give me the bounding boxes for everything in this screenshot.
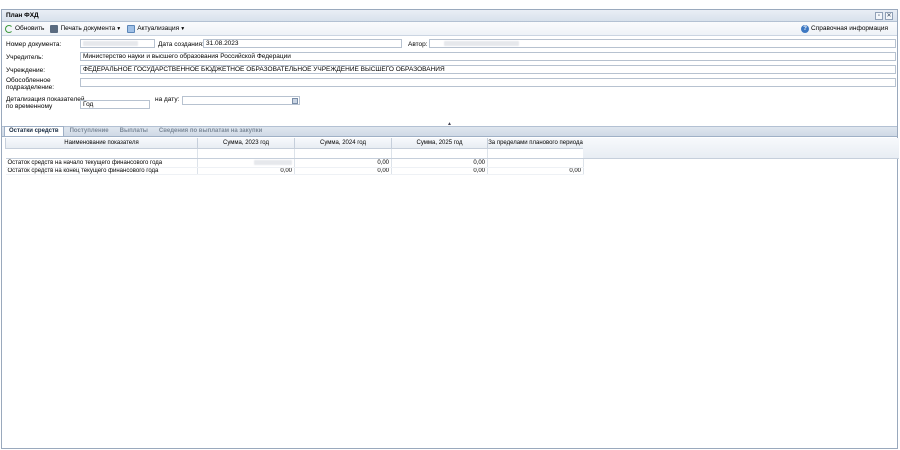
refresh-label: Обновить [15, 25, 45, 32]
founder-field[interactable]: Министерство науки и высшего образования… [80, 52, 896, 61]
institution-label: Учреждение: [6, 67, 46, 74]
doc-number-label: Номер документа: [6, 41, 62, 48]
doc-number-field[interactable] [80, 39, 155, 48]
restore-icon[interactable]: ▫ [875, 11, 883, 20]
row-name-cell: Остаток средств на начало текущего финан… [5, 158, 198, 168]
tab-payments[interactable]: Выплаты [115, 126, 153, 136]
calendar-icon[interactable] [292, 98, 298, 104]
detail-period-field[interactable]: Год [80, 100, 150, 109]
row-name-cell: Остаток средств на конец текущего финанс… [5, 167, 198, 175]
tab-strip: Остатки средств Поступление Выплаты Свед… [2, 126, 897, 137]
row-2025-cell: 0,00 [391, 158, 488, 168]
created-date-label: Дата создания: [158, 41, 204, 48]
row-beyond-cell: 0,00 [487, 167, 584, 175]
row-beyond-cell [487, 158, 584, 168]
row-2025-cell: 0,00 [391, 167, 488, 175]
window-title: План ФХД [6, 12, 39, 19]
plan-fhd-window: План ФХД ▫ ✕ Обновить Печать документа ▼… [1, 9, 899, 449]
help-icon: ? [801, 24, 810, 33]
subdivision-label-1: Обособленное [6, 77, 51, 84]
row-2023-cell [197, 158, 295, 168]
grid-header-filler [583, 138, 899, 159]
print-document-button[interactable]: Печать документа ▼ [50, 24, 122, 33]
chevron-down-icon: ▼ [180, 25, 186, 32]
column-header-2023[interactable]: Сумма, 2023 год [197, 138, 295, 149]
refresh-icon [5, 24, 13, 33]
printer-icon [50, 24, 59, 33]
chevron-down-icon: ▼ [116, 25, 122, 32]
column-header-2025[interactable]: Сумма, 2025 год [391, 138, 488, 149]
subdivision-label-2: подразделение: [6, 84, 55, 91]
subdivision-field[interactable] [80, 78, 896, 87]
detail-label-2: по временному [6, 103, 53, 110]
window-titlebar: План ФХД ▫ ✕ [2, 10, 897, 22]
on-date-field[interactable] [182, 96, 300, 105]
column-header-beyond[interactable]: За пределами планового периода [487, 138, 584, 149]
founder-label: Учредитель: [6, 54, 44, 61]
refresh-button[interactable]: Обновить [5, 24, 45, 33]
row-2024-cell: 0,00 [294, 158, 392, 168]
table-row[interactable]: Остаток средств на конец текущего финанс… [5, 167, 584, 175]
balances-table: Наименование показателя Сумма, 2023 год … [5, 138, 584, 175]
document-form: Номер документа: Дата создания: 31.08.20… [2, 36, 897, 127]
close-icon[interactable]: ✕ [885, 11, 893, 20]
toolbar: Обновить Печать документа ▼ Актуализация… [2, 22, 897, 36]
detail-label-1: Детализация показателей [6, 96, 85, 103]
tab-receipts[interactable]: Поступление [65, 126, 114, 136]
table-row[interactable]: Остаток средств на начало текущего финан… [5, 158, 584, 168]
help-button[interactable]: ? Справочная информация [801, 24, 888, 33]
tab-procurement[interactable]: Сведения по выплатам на закупки [154, 126, 267, 136]
on-date-label: на дату: [155, 96, 180, 103]
help-label: Справочная информация [811, 25, 888, 32]
print-label: Печать документа [60, 25, 116, 32]
update-icon [127, 24, 136, 33]
filter-row [5, 148, 584, 159]
row-2023-cell: 0,00 [197, 167, 295, 175]
author-label: Автор: [408, 41, 428, 48]
column-header-name[interactable]: Наименование показателя [5, 138, 198, 149]
row-2024-cell: 0,00 [294, 167, 392, 175]
tab-balances[interactable]: Остатки средств [4, 126, 64, 136]
update-label: Актуализация [137, 25, 180, 32]
created-date-field[interactable]: 31.08.2023 [203, 39, 402, 48]
collapse-splitter[interactable]: ▲ [2, 121, 897, 127]
update-button[interactable]: Актуализация ▼ [127, 24, 186, 33]
institution-field[interactable]: ФЕДЕРАЛЬНОЕ ГОСУДАРСТВЕННОЕ БЮДЖЕТНОЕ ОБ… [80, 65, 896, 74]
author-field[interactable] [429, 39, 896, 48]
column-header-2024[interactable]: Сумма, 2024 год [294, 138, 392, 149]
